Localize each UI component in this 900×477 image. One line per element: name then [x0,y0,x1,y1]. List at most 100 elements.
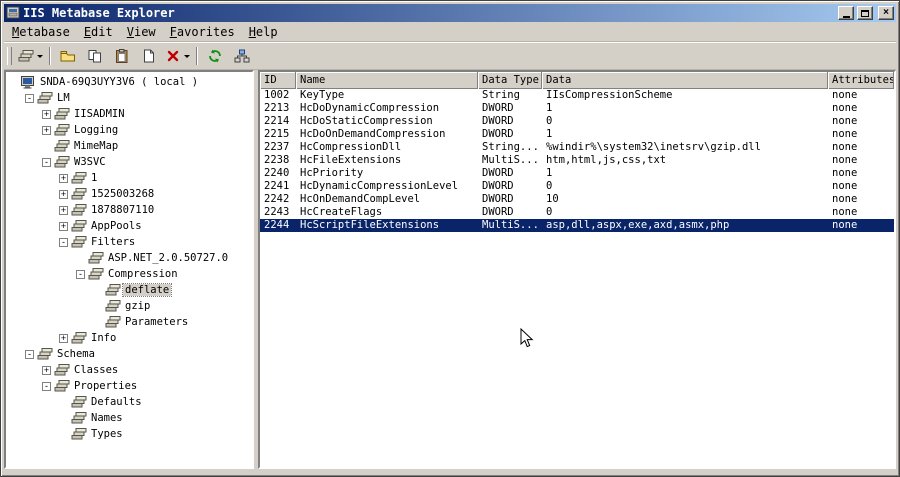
collapse-icon[interactable]: - [25,93,34,103]
column-header-attributes[interactable]: Attributes [828,72,894,89]
tree-item-types[interactable]: Types [6,426,252,442]
menu-metabase[interactable]: Metabase [5,23,77,41]
menu-edit[interactable]: Edit [77,23,120,41]
refresh-button[interactable] [202,45,228,67]
cell: 2240 [264,167,290,179]
table-row[interactable]: 2213 HcDoDynamicCompression DWORD 1 none [260,102,894,115]
table-row[interactable]: 2237 HcCompressionDll String... %windir%\sy… [260,141,894,154]
menu-help[interactable]: Help [242,23,285,41]
cell: HcPriority [300,167,364,179]
new-key-button[interactable] [16,45,45,67]
cell: none [832,180,858,192]
expand-icon[interactable]: + [42,125,51,135]
column-header-data[interactable]: Data [542,72,828,89]
tree-item-gzip[interactable]: gzip [6,298,252,314]
collapse-icon[interactable]: - [42,381,51,391]
tree-item-w3svc[interactable]: - W3SVC [6,154,252,170]
key-icon [37,91,55,105]
table-row[interactable]: 2215 HcDoOnDemandCompression DWORD 1 none [260,128,894,141]
expand-icon[interactable]: + [42,109,51,119]
tree-item-defaults[interactable]: Defaults [6,394,252,410]
cell: none [832,154,858,166]
cell: 2242 [264,193,290,205]
tree-item-label: Properties [74,380,138,392]
key-icon [71,331,89,345]
collapse-icon[interactable]: - [25,349,34,359]
table-row[interactable]: 2241 HcDynamicCompressionLevel DWORD 0 none [260,180,894,193]
tree-item-names[interactable]: Names [6,410,252,426]
key-icon [71,395,89,409]
expand-icon[interactable]: + [59,205,68,215]
table-row[interactable]: 2240 HcPriority DWORD 1 none [260,167,894,180]
collapse-icon[interactable]: - [59,237,68,247]
expand-icon[interactable]: + [59,333,68,343]
tree-item-asp-net-2-0-50727-0[interactable]: ASP.NET_2.0.50727.0 [6,250,252,266]
tree-item-1525003268[interactable]: +1525003268 [6,186,252,202]
column-header-data-type[interactable]: Data Type [478,72,542,89]
expand-icon[interactable]: + [42,365,51,375]
tree-item-parameters[interactable]: Parameters [6,314,252,330]
tree-item-filters[interactable]: - Filters [6,234,252,250]
cell: none [832,167,858,179]
expand-icon[interactable]: + [59,189,68,199]
paste-button[interactable] [109,45,135,67]
cell: none [832,128,858,140]
cell: asp,dll,aspx,exe,axd,asmx,php [546,219,730,231]
tree-item-deflate[interactable]: deflate [6,282,252,298]
menu-view[interactable]: View [120,23,163,41]
tree-item-label: LM [57,92,70,104]
copy-button[interactable] [82,45,108,67]
tree-item-1878807110[interactable]: +1878807110 [6,202,252,218]
cell: 0 [546,206,553,218]
delete-button[interactable] [163,45,192,67]
table-row[interactable]: 2238 HcFileExtensions MultiS... htm,html,js… [260,154,894,167]
tree-item-iisadmin[interactable]: + IISADMIN [6,106,252,122]
tree-item-properties[interactable]: - Properties [6,378,252,394]
cell: htm,html,js,css,txt [546,154,667,166]
column-header-name[interactable]: Name [296,72,478,89]
key-icon [71,203,89,217]
collapse-icon[interactable]: - [76,269,85,279]
tree-item-logging[interactable]: + Logging [6,122,252,138]
key-icon [105,315,123,329]
cell: none [832,193,858,205]
title-bar: IIS Metabase Explorer × [4,4,896,22]
menu-favorites[interactable]: Favorites [163,23,242,41]
cell: String... [482,141,539,153]
table-row[interactable]: 2244 HcScriptFileExtensions MultiS... asp,d… [260,219,894,232]
new-value-button[interactable] [136,45,162,67]
column-header-id[interactable]: ID [260,72,296,89]
expand-icon[interactable]: + [59,221,68,231]
tree-item-apppools[interactable]: + AppPools [6,218,252,234]
maximize-button[interactable] [857,6,873,20]
tree-item-compression[interactable]: - Compression [6,266,252,282]
minimize-button[interactable] [838,6,854,20]
grid-panel: ID Name Data Type Data Attributes 1002 KeyTyp… [258,70,896,469]
tree-item-mimemap[interactable]: MimeMap [6,138,252,154]
tree-item-label: AppPools [91,220,142,232]
table-row[interactable]: 1002 KeyType String IIsCompressionScheme non… [260,89,894,102]
cell: none [832,102,858,114]
tree-item-snda-69q3uyy3v6-local[interactable]: SNDA-69Q3UYY3V6 ( local ) [6,74,252,90]
tree-item-info[interactable]: + Info [6,330,252,346]
collapse-icon[interactable]: - [42,157,51,167]
dropdown-arrow-icon[interactable] [184,54,190,58]
table-row[interactable]: 2243 HcCreateFlags DWORD 0 none [260,206,894,219]
grid-body: 1002 KeyType String IIsCompressionScheme non… [260,89,894,467]
tree-item-schema[interactable]: - Schema [6,346,252,362]
close-button[interactable]: × [878,6,894,20]
tree-item-1[interactable]: +1 [6,170,252,186]
table-row[interactable]: 2242 HcOnDemandCompLevel DWORD 10 none [260,193,894,206]
export-button[interactable] [55,45,81,67]
tree-item-label: deflate [121,283,173,297]
expand-icon[interactable]: + [59,173,68,183]
toolbar-grip[interactable] [7,47,12,65]
dropdown-arrow-icon[interactable] [37,54,43,58]
table-row[interactable]: 2214 HcDoStaticCompression DWORD 0 none [260,115,894,128]
tree-item-lm[interactable]: - LM [6,90,252,106]
connect-button[interactable] [229,45,255,67]
tree-item-classes[interactable]: + Classes [6,362,252,378]
tree-item-label: Logging [74,124,119,136]
cell: 1 [546,102,553,114]
cell: 2241 [264,180,290,192]
